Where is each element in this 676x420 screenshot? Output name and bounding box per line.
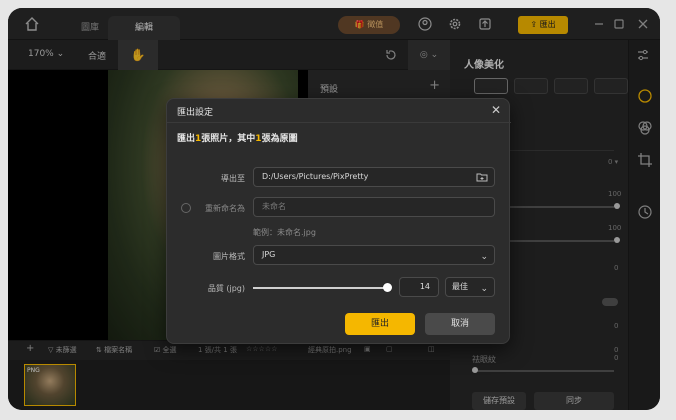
- format-select[interactable]: JPG ⌄: [253, 245, 495, 265]
- quality-slider-handle[interactable]: [383, 283, 392, 292]
- cancel-button[interactable]: 取消: [425, 313, 495, 335]
- quality-input[interactable]: 14: [399, 277, 439, 297]
- folder-icon[interactable]: [476, 171, 488, 183]
- dialog-title: 匯出設定: [177, 108, 214, 118]
- chevron-down-icon: ⌄: [480, 252, 488, 262]
- export-settings-dialog: 匯出設定 ✕ 匯出1張照片，其中1張為原圖 導出至 D:/Users/Pictu…: [166, 98, 511, 344]
- format-value: JPG: [262, 250, 276, 259]
- chevron-down-icon: ⌄: [480, 284, 488, 294]
- export-path-value: D:/Users/Pictures/PixPretty: [262, 172, 369, 181]
- rename-input[interactable]: 未命名: [253, 197, 495, 217]
- rename-radio[interactable]: [181, 203, 191, 213]
- quality-preset-select[interactable]: 最佳 ⌄: [445, 277, 495, 297]
- export-path-field[interactable]: D:/Users/Pictures/PixPretty: [253, 167, 495, 187]
- summary-text: 張照片，其中: [201, 134, 256, 144]
- export-summary: 匯出1張照片，其中1張為原圖: [177, 131, 298, 144]
- summary-text: 匯出: [177, 134, 196, 144]
- format-label: 圖片格式: [213, 252, 245, 261]
- quality-label: 品質 (jpg): [207, 284, 245, 293]
- quality-slider-track[interactable]: [253, 287, 389, 289]
- summary-text: 張為原圖: [261, 134, 298, 144]
- quality-preset-value: 最佳: [452, 282, 468, 291]
- dialog-header: 匯出設定 ✕: [167, 99, 511, 123]
- export-to-label: 導出至: [221, 174, 245, 183]
- rename-label: 重新命名為: [205, 204, 245, 213]
- rename-example: 範例：未命名.jpg: [253, 228, 316, 237]
- close-icon[interactable]: ✕: [491, 103, 501, 117]
- app-window: 圖庫 編輯 🎁 徵值 ⇪ 匯出 170% ⌄ 合適 ✋ ◎ ⌄ 預設 + 人像美…: [8, 8, 660, 410]
- export-button[interactable]: 匯出: [345, 313, 415, 335]
